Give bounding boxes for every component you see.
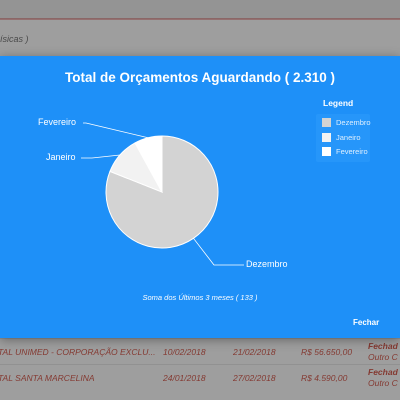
close-button[interactable]: Fechar [353, 318, 379, 327]
chart-modal: Total de Orçamentos Aguardando ( 2.310 )… [0, 56, 400, 338]
slice-label-fevereiro: Fevereiro [38, 117, 77, 127]
footer-note: Soma dos Últimos 3 meses ( 133 ) [142, 293, 258, 302]
legend-swatch [322, 147, 331, 156]
legend-label: Janeiro [336, 132, 361, 142]
legend-label: Fevereiro [336, 147, 368, 156]
legend-item-fevereiro[interactable]: Fevereiro [322, 146, 368, 157]
leader-line [193, 238, 244, 266]
legend-swatch [322, 118, 331, 127]
slice-label-dezembro: Dezembro [246, 259, 288, 269]
leader-line [81, 154, 121, 159]
legend-item-janeiro[interactable]: Janeiro [322, 132, 361, 143]
leader-line [83, 122, 149, 139]
slice-label-janeiro: Janeiro [46, 152, 76, 162]
legend-swatch [322, 132, 331, 142]
legend-title: Legend [323, 98, 354, 108]
legend-label: Dezembro [336, 118, 371, 127]
legend-item-dezembro[interactable]: Dezembro [322, 117, 371, 128]
